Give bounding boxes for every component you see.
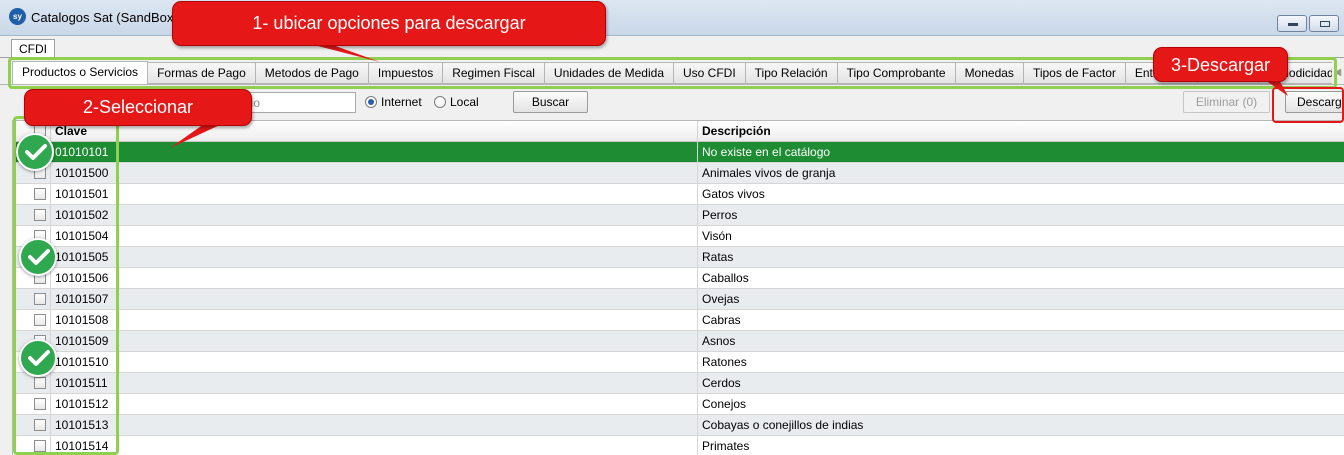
checkmark-icon [25, 144, 47, 160]
checkmark-icon [28, 249, 50, 265]
callout-step-3: 3-Descargar [1153, 47, 1288, 82]
annotation-arrows [170, 44, 1288, 148]
checkmark-icon [19, 238, 57, 276]
callout-step-1: 1- ubicar opciones para descargar [172, 1, 606, 46]
callout-step-2: 2-Seleccionar [24, 89, 252, 126]
callout-1-pointer [310, 44, 380, 62]
checkmark-icon [16, 133, 54, 171]
checkmark-icon [19, 339, 57, 377]
callout-2-pointer [170, 124, 222, 148]
checkmark-icon [28, 350, 50, 366]
